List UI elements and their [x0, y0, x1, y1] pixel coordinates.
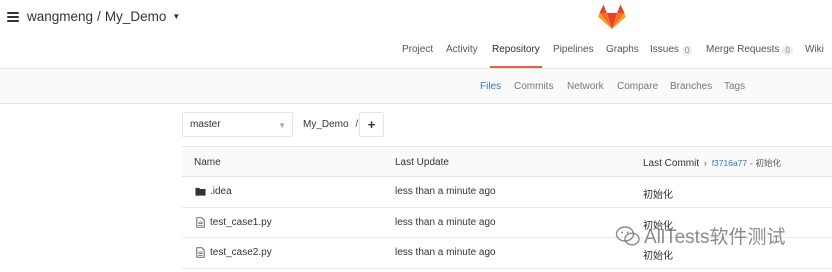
subnav-compare[interactable]: Compare — [617, 81, 658, 92]
row-last-update: less than a minute ago — [395, 216, 496, 228]
wechat-icon — [615, 225, 640, 246]
table-row[interactable]: .idea less than a minute ago 初始化 — [182, 177, 832, 208]
header-last-commit: Last Commit › f3716a77 - 初始化 — [643, 157, 781, 169]
namespace-link[interactable]: wangmeng — [27, 9, 93, 24]
last-commit-separator: - — [749, 158, 753, 168]
header-last-update: Last Update — [395, 157, 449, 168]
header-name: Name — [194, 157, 221, 168]
row-name[interactable]: .idea — [195, 186, 232, 197]
breadcrumb-separator: / — [355, 119, 359, 130]
row-last-update: less than a minute ago — [395, 186, 496, 197]
row-last-update: less than a minute ago — [395, 247, 496, 258]
nav-project[interactable]: Project — [402, 44, 433, 55]
nav-merge-requests-label: Merge Requests — [706, 44, 780, 55]
subnav-network[interactable]: Network — [567, 81, 604, 92]
watermark-text: AllTests软件测试 — [644, 227, 786, 248]
subnav-branches[interactable]: Branches — [670, 81, 712, 92]
merge-requests-count-badge: 0 — [782, 45, 793, 56]
breadcrumb-root-link[interactable]: My_Demo — [303, 119, 349, 130]
header-last-commit-label: Last Commit — [643, 158, 700, 169]
issues-count-badge: 0 — [681, 45, 693, 56]
nav-wiki[interactable]: Wiki — [805, 44, 824, 55]
top-header: wangmeng / My_Demo ▼ Project Activity Re… — [0, 0, 832, 69]
subnav-commits[interactable]: Commits — [514, 81, 553, 92]
watermark: AllTests软件测试 — [615, 222, 785, 249]
repository-sub-nav: Files Commits Network Compare Branches T… — [0, 70, 832, 104]
title-separator: / — [97, 9, 101, 24]
add-file-button[interactable]: + — [359, 112, 384, 137]
row-name-text[interactable]: test_case2.py — [210, 247, 272, 258]
project-name-link[interactable]: My_Demo — [105, 9, 167, 24]
nav-graphs[interactable]: Graphs — [606, 44, 639, 55]
chevron-right-icon: › — [703, 158, 707, 168]
folder-icon — [195, 187, 206, 196]
last-commit-sha-link[interactable]: f3716a77 — [712, 158, 747, 168]
branch-select-value: master — [190, 119, 221, 130]
subnav-files[interactable]: Files — [480, 81, 501, 92]
chevron-down-icon: ▼ — [278, 121, 286, 130]
row-commit-message[interactable]: 初始化 — [643, 247, 673, 262]
nav-activity[interactable]: Activity — [446, 44, 478, 55]
row-name[interactable]: test_case2.py — [195, 247, 272, 258]
file-icon — [196, 247, 205, 258]
hamburger-menu-icon[interactable] — [7, 12, 19, 22]
nav-pipelines[interactable]: Pipelines — [553, 44, 594, 55]
row-name-text[interactable]: test_case1.py — [210, 217, 272, 228]
row-name[interactable]: test_case1.py — [195, 217, 272, 228]
row-name-text[interactable]: .idea — [210, 186, 232, 197]
subnav-tags[interactable]: Tags — [724, 81, 745, 92]
table-header: Name Last Update Last Commit › f3716a77 … — [182, 146, 832, 177]
gitlab-logo-icon[interactable] — [598, 4, 626, 30]
file-icon — [196, 216, 205, 228]
nav-repository[interactable]: Repository — [490, 44, 542, 68]
project-title[interactable]: wangmeng / My_Demo ▼ — [27, 9, 180, 24]
nav-issues[interactable]: Issues 0 — [650, 44, 693, 56]
plus-icon: + — [367, 117, 376, 132]
branch-select[interactable]: master ▼ — [182, 112, 293, 137]
breadcrumb: My_Demo / — [303, 119, 358, 130]
nav-merge-requests[interactable]: Merge Requests 0 — [706, 44, 793, 56]
row-commit-message[interactable]: 初始化 — [643, 186, 673, 201]
file-table: Name Last Update Last Commit › f3716a77 … — [182, 146, 832, 269]
chevron-down-icon[interactable]: ▼ — [172, 12, 180, 21]
nav-issues-label: Issues — [650, 44, 679, 55]
last-commit-message[interactable]: 初始化 — [756, 158, 782, 168]
project-nav: Project Activity Repository Pipelines Gr… — [0, 44, 832, 69]
